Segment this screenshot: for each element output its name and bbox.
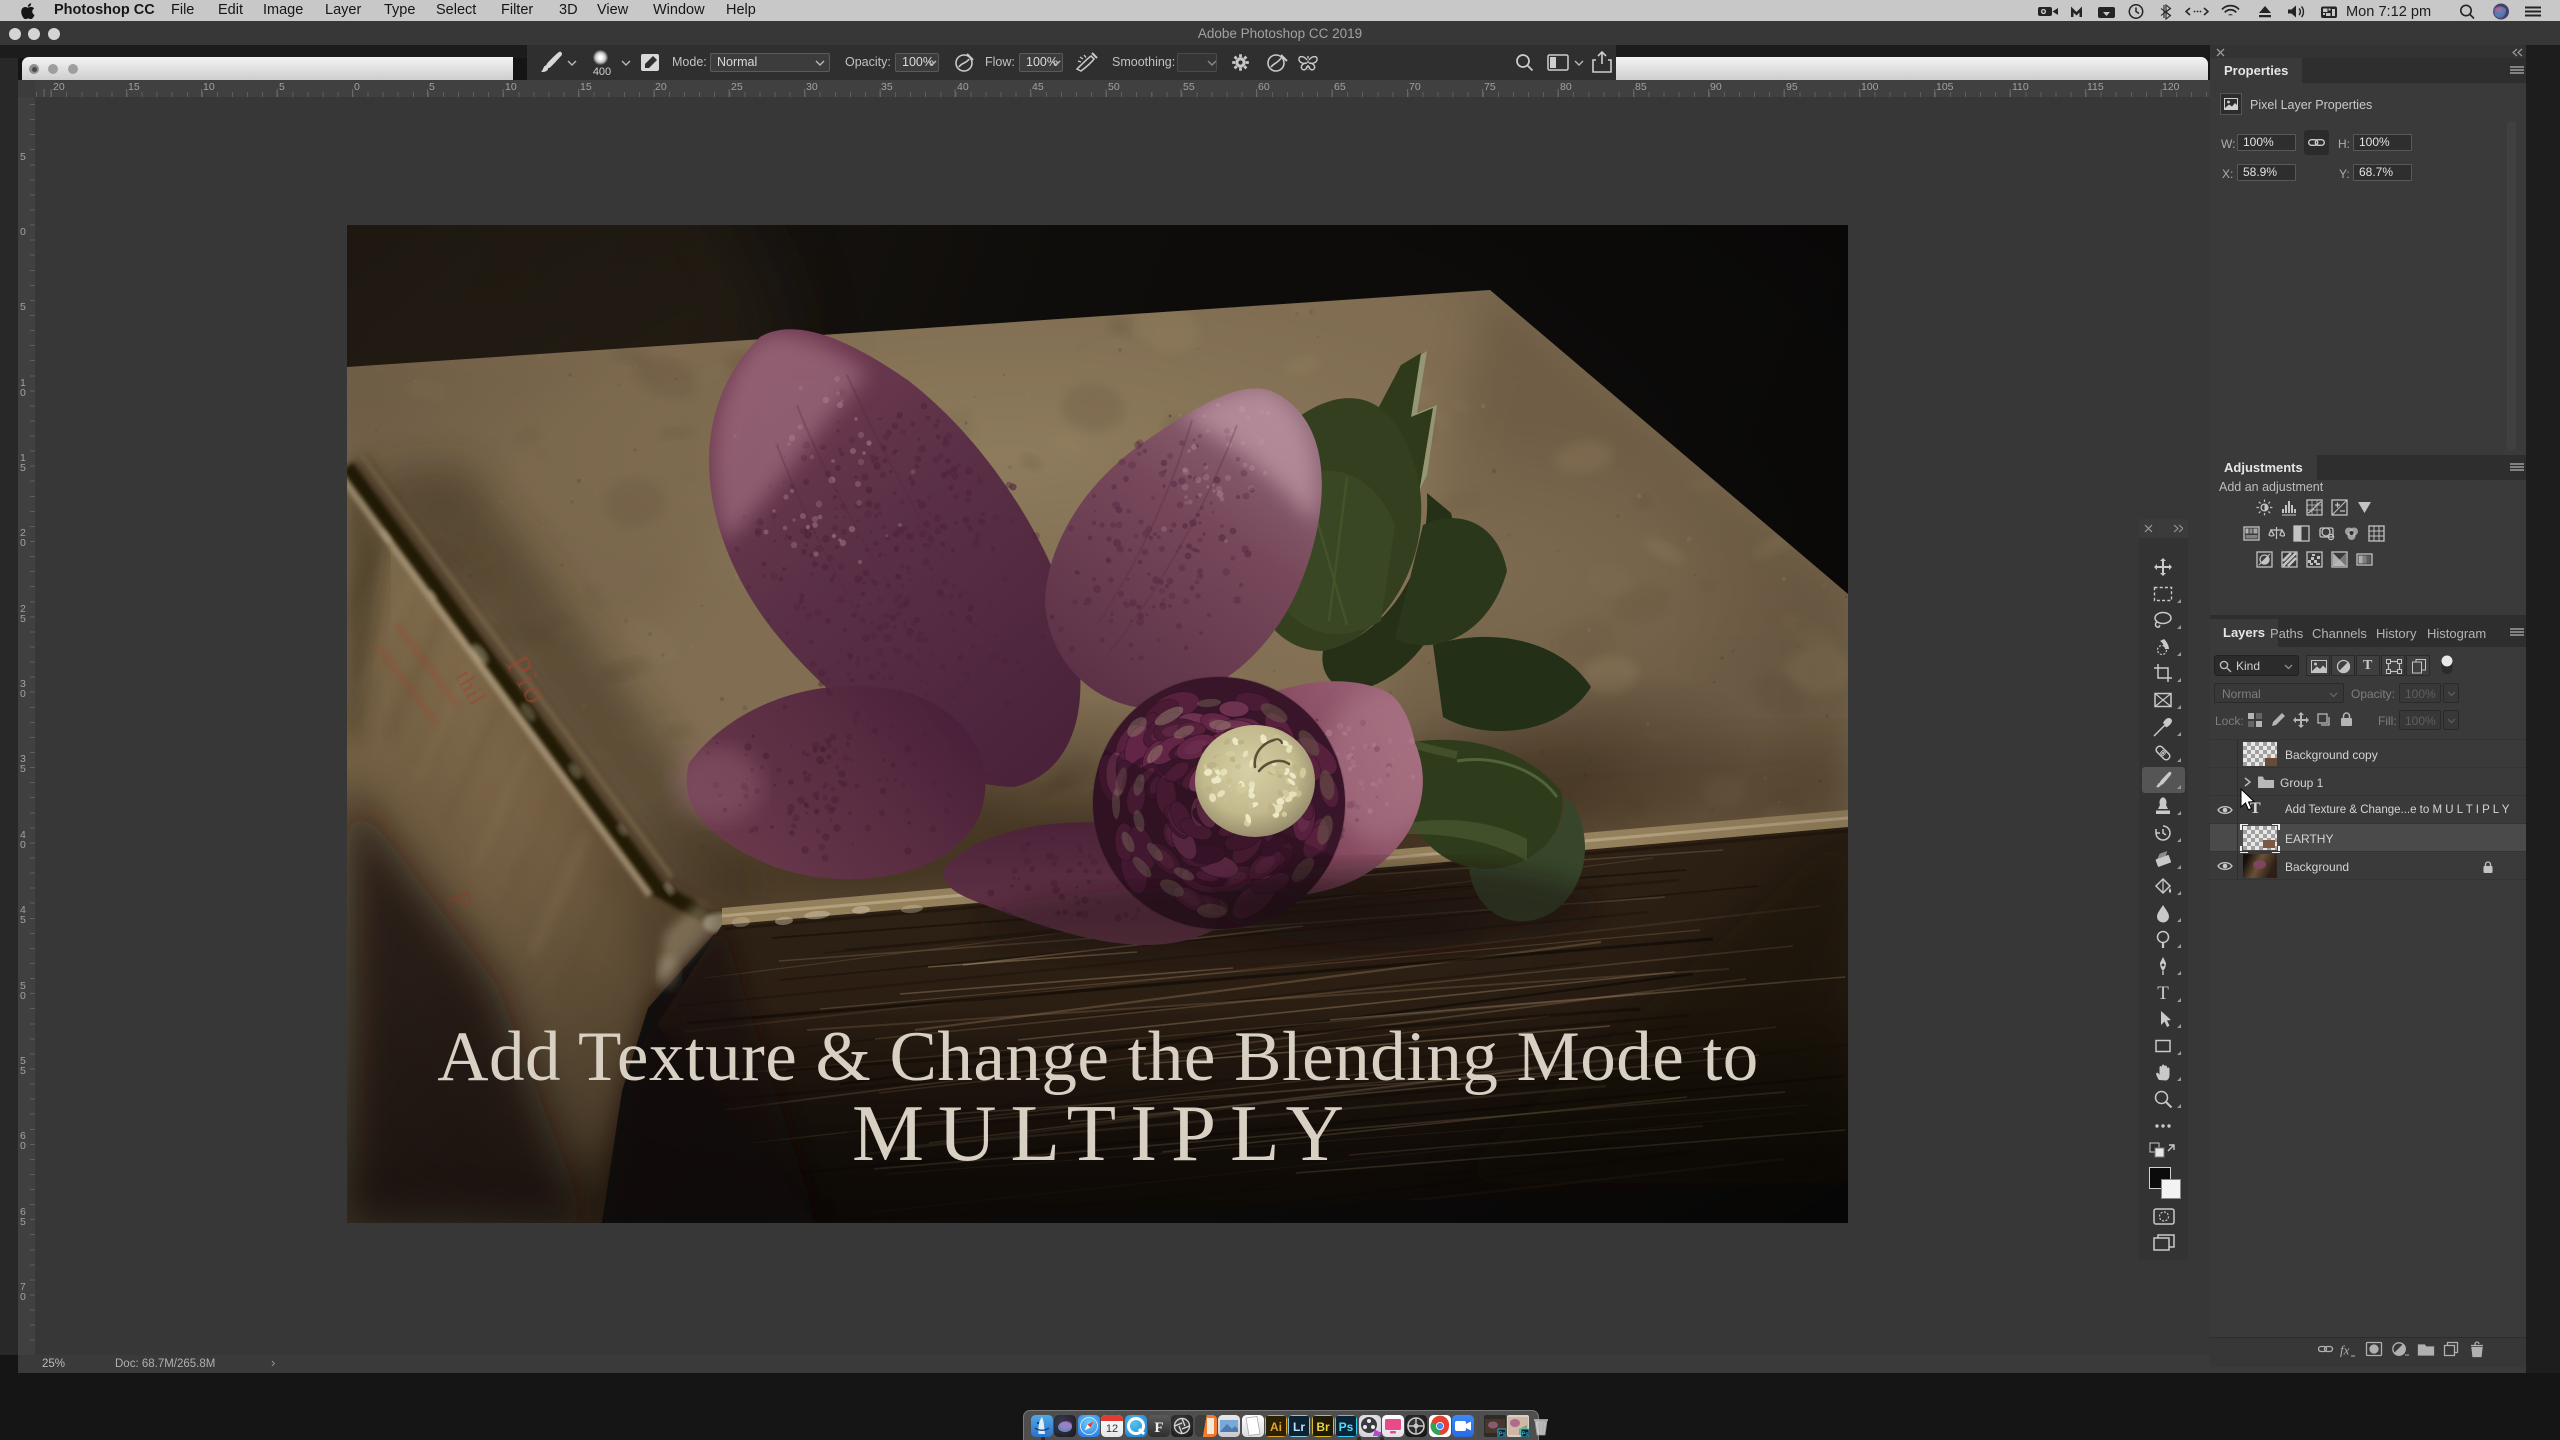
svg-text:T: T (2157, 983, 2169, 1003)
svg-text:Mon 7:12 pm: Mon 7:12 pm (2346, 4, 2431, 20)
svg-text:F: F (1154, 1420, 1163, 1436)
svg-text:Ps: Ps (1339, 1420, 1354, 1434)
svg-text:MULTIPLY: MULTIPLY (852, 1088, 1358, 1178)
svg-text:fx: fx (2340, 1343, 2350, 1358)
svg-text:Lr: Lr (1293, 1420, 1305, 1434)
svg-text:Add Texture & Change the Blend: Add Texture & Change the Blending Mode t… (437, 1018, 1759, 1096)
svg-text:12: 12 (1106, 1423, 1118, 1435)
svg-text:Ai: Ai (1270, 1420, 1282, 1434)
svg-text:Ps: Ps (1499, 1432, 1506, 1438)
svg-text:Br: Br (1316, 1420, 1330, 1434)
svg-text:Ps: Ps (1522, 1432, 1529, 1438)
